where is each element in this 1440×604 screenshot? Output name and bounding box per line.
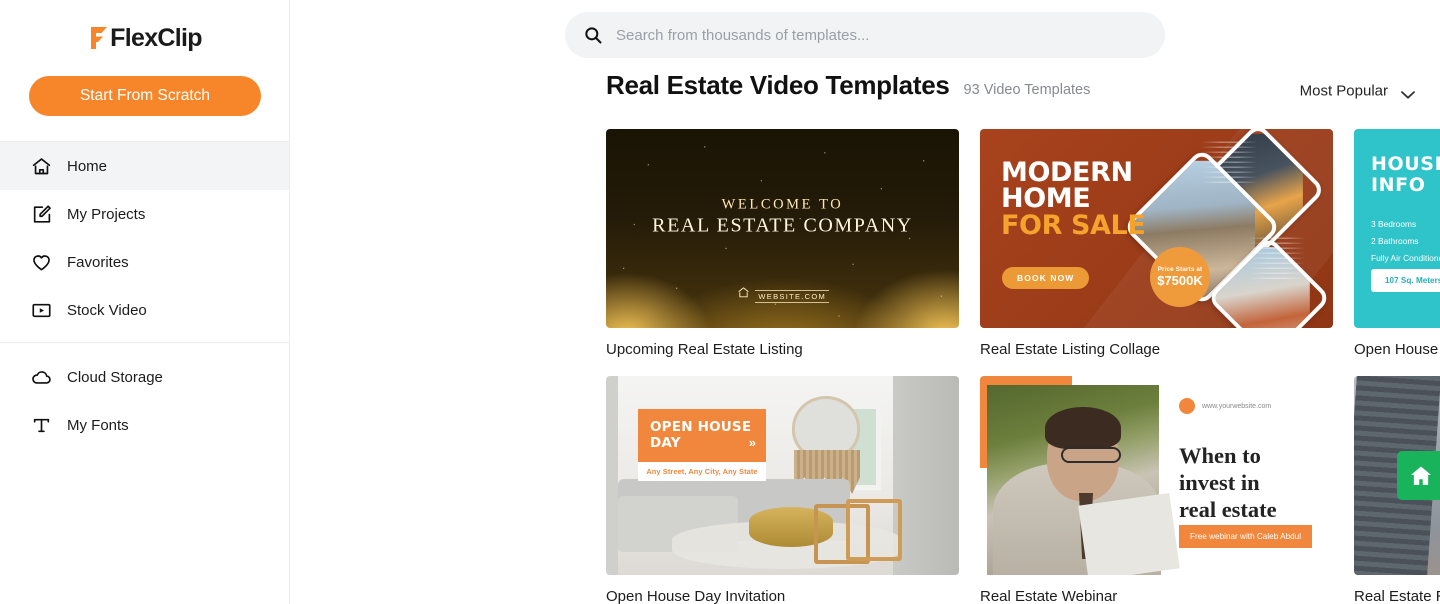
thumb-address: Any Street, Any City, Any State: [638, 462, 766, 482]
sidebar-item-label: My Fonts: [67, 416, 129, 434]
house-outline-icon: [736, 286, 755, 303]
open-house-badge: OPEN HOUSE DAY » Any Street, Any City, A…: [638, 409, 766, 482]
house-solid-icon: [1396, 451, 1440, 500]
brand-logo[interactable]: FlexClip: [0, 0, 289, 76]
template-card-title: Real Estate Listing Collage: [980, 341, 1161, 358]
search-bar[interactable]: [565, 12, 1165, 58]
sort-dropdown-label: Most Popular: [1299, 82, 1388, 100]
thumb-headline-3: FOR SALE: [1001, 209, 1146, 241]
thumb-headline-3: real estate: [1179, 497, 1277, 523]
thumb-headline-2: INFO: [1371, 173, 1426, 196]
sidebar-item-label: My Projects: [67, 205, 146, 223]
template-thumbnail[interactable]: www.yourwebsite.com When to invest in re…: [980, 376, 1333, 575]
feature-item: Fully Air Conditioned: [1371, 252, 1440, 263]
template-card[interactable]: www.yourwebsite.com When to invest in re…: [980, 376, 1333, 604]
thumb-headline-1: HOUSE: [1371, 153, 1440, 175]
search-input[interactable]: [616, 26, 1149, 44]
template-card-title: Real Estate Webinar: [980, 588, 1118, 604]
thumb-headline-1: OPEN HOUSE: [650, 419, 752, 435]
template-count: 93 Video Templates: [963, 82, 1091, 98]
flexclip-logo-icon: [87, 25, 109, 51]
stripes-decoration: [1201, 139, 1257, 183]
thumb-headline-2: DAY: [650, 434, 681, 451]
template-card-title: Real Estate Realtors Explainer Ads: [1354, 588, 1440, 604]
app-root: FlexClip Start From Scratch Home My Proj…: [0, 0, 1440, 604]
sidebar-item-home[interactable]: Home: [0, 142, 289, 190]
price-badge-label: Price Starts at: [1157, 266, 1203, 273]
text-type-icon: [30, 414, 52, 436]
template-thumbnail[interactable]: OPEN HOUSE DAY » Any Street, Any City, A…: [606, 376, 959, 575]
search-icon: [583, 25, 603, 45]
template-thumbnail[interactable]: WELCOME TO REAL ESTATE COMPANY WEBSITE.C…: [606, 129, 959, 328]
sidebar-item-label: Home: [67, 157, 108, 175]
sidebar-item-cloud-storage[interactable]: Cloud Storage: [0, 353, 289, 401]
thumb-headline-2: REAL ESTATE COMPANY: [652, 214, 913, 237]
sidebar-item-my-fonts[interactable]: My Fonts: [0, 401, 289, 449]
edit-document-icon: [30, 203, 52, 225]
template-card-title: Open House Promo: [1354, 341, 1440, 358]
feature-item: 2 Bathrooms: [1371, 235, 1419, 246]
sidebar-item-label: Cloud Storage: [67, 368, 163, 386]
start-from-scratch-button[interactable]: Start From Scratch: [29, 76, 261, 116]
template-thumbnail[interactable]: MODERN HOME FOR SALE BOOK NOW Price Star…: [980, 129, 1333, 328]
sidebar-item-my-projects[interactable]: My Projects: [0, 190, 289, 238]
template-card-title: Open House Day Invitation: [606, 588, 786, 604]
thumb-headline-1: When to: [1179, 443, 1261, 468]
chevron-down-icon: [1401, 87, 1415, 99]
area-tag: 107 Sq. Meters: [1371, 269, 1440, 292]
main-content: Real Estate Video Templates 93 Video Tem…: [290, 0, 1440, 604]
thumb-headline-2: invest in: [1179, 470, 1260, 496]
home-icon: [30, 155, 52, 177]
video-play-icon: [30, 299, 52, 321]
feature-item: 3 Bedrooms: [1371, 219, 1417, 229]
page-title: Real Estate Video Templates: [606, 70, 950, 100]
sidebar-item-label: Favorites: [67, 253, 129, 271]
sort-dropdown[interactable]: Most Popular: [1300, 83, 1415, 100]
template-grid: WELCOME TO REAL ESTATE COMPANY WEBSITE.C…: [290, 112, 1440, 604]
thumb-headline-1: WELCOME TO: [721, 196, 844, 213]
template-card-title: Upcoming Real Estate Listing: [606, 341, 803, 358]
sidebar-item-label: Stock Video: [67, 301, 147, 319]
price-badge: Price Starts at $7500K: [1150, 247, 1210, 307]
thumb-website: WEBSITE.COM: [755, 290, 830, 303]
thumb-book-now-button: BOOK NOW: [1002, 267, 1090, 289]
brand-name: FlexClip: [110, 23, 202, 52]
template-card[interactable]: REAL ESTATE WWW.YOURWEBSITE.COM Real Est…: [1354, 376, 1440, 604]
section-header: Real Estate Video Templates 93 Video Tem…: [290, 70, 1440, 112]
heart-icon: [30, 251, 52, 273]
template-thumbnail[interactable]: REAL ESTATE WWW.YOURWEBSITE.COM: [1354, 376, 1440, 575]
thumb-cta-banner: Free webinar with Caleb Abdul: [1179, 525, 1313, 548]
template-card[interactable]: MODERN HOME FOR SALE BOOK NOW Price Star…: [980, 129, 1333, 358]
sidebar-item-favorites[interactable]: Favorites: [0, 238, 289, 286]
template-card[interactable]: OPEN HOUSE DAY » Any Street, Any City, A…: [606, 376, 959, 604]
thumb-headline-2: HOME: [1001, 183, 1091, 215]
top-bar: [290, 0, 1440, 70]
stripes-decoration: [1249, 235, 1305, 279]
sidebar-item-stock-video[interactable]: Stock Video: [0, 286, 289, 334]
template-thumbnail[interactable]: HOUSE INFO 3 Bedrooms 2 Bathrooms Fully …: [1354, 129, 1440, 328]
price-badge-value: $7500K: [1157, 273, 1203, 288]
double-chevron-icon: »: [748, 435, 756, 451]
template-card[interactable]: HOUSE INFO 3 Bedrooms 2 Bathrooms Fully …: [1354, 129, 1440, 358]
sidebar-nav-primary: Home My Projects Favorites Stock Video: [0, 142, 289, 334]
brand-dot-icon: [1179, 398, 1195, 414]
portrait-photo: [987, 385, 1180, 575]
thumb-brand-row: www.yourwebsite.com: [1179, 398, 1271, 414]
cloud-icon: [30, 366, 52, 388]
sidebar-nav-secondary: Cloud Storage My Fonts: [0, 353, 289, 449]
sidebar: FlexClip Start From Scratch Home My Proj…: [0, 0, 290, 604]
template-card[interactable]: WELCOME TO REAL ESTATE COMPANY WEBSITE.C…: [606, 129, 959, 358]
thumb-website: www.yourwebsite.com: [1202, 402, 1272, 410]
